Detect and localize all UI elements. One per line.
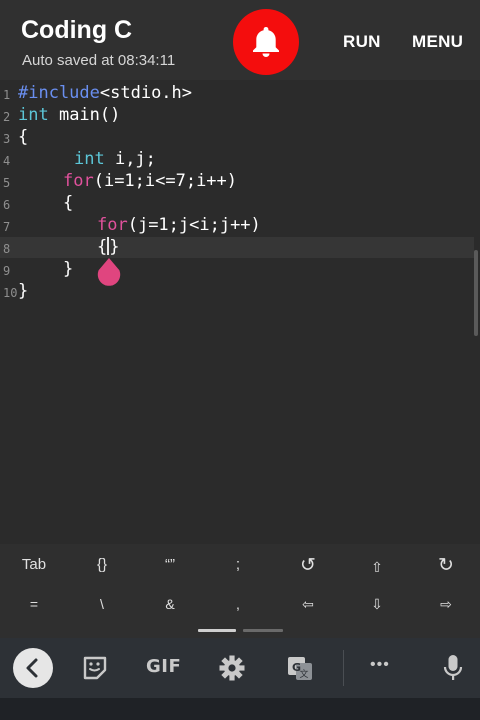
line-number: 6	[3, 198, 11, 212]
autosave-status: Auto saved at 08:34:11	[22, 52, 176, 69]
undo-key-icon[interactable]: ↺	[274, 554, 342, 577]
key-semicolon[interactable]: ;	[204, 556, 272, 573]
key-tab[interactable]: Tab	[0, 556, 68, 573]
code-token: for	[63, 171, 94, 191]
code-token: {	[97, 237, 108, 257]
collapse-toolbar-button[interactable]	[13, 648, 53, 688]
code-line-current: 8 {}	[0, 236, 474, 258]
code-token: int	[18, 105, 49, 125]
menu-button[interactable]: MENU	[412, 32, 463, 52]
redo-key-icon[interactable]: ↻	[412, 554, 480, 577]
key-equals[interactable]: =	[0, 596, 68, 612]
code-token: }	[109, 237, 120, 257]
code-line: 1 #include<stdio.h>	[0, 82, 474, 104]
key-braces[interactable]: {}	[68, 556, 136, 573]
key-comma[interactable]: ,	[204, 596, 272, 612]
code-line: 7 for(j=1;j<i;j++)	[0, 214, 474, 236]
code-token: }	[18, 281, 29, 301]
code-token: main()	[48, 105, 121, 125]
line-number: 7	[3, 220, 11, 234]
keyboard-toolbar: GIF G 文 •••	[0, 638, 480, 698]
code-token: {	[18, 127, 29, 147]
toolbar-divider	[343, 650, 344, 686]
editor-scrollbar[interactable]	[474, 250, 478, 336]
line-number: 9	[3, 264, 11, 278]
keybar-page-indicator	[243, 629, 283, 632]
sticker-icon[interactable]	[82, 650, 108, 686]
code-line: 6 {	[0, 192, 474, 214]
line-number: 3	[3, 132, 11, 146]
gif-button[interactable]: GIF	[146, 656, 181, 692]
code-token: #include	[18, 83, 100, 103]
code-line: 10 }	[0, 280, 474, 302]
line-number: 8	[3, 242, 11, 256]
key-ampersand[interactable]: &	[136, 596, 204, 612]
microphone-icon[interactable]	[441, 650, 465, 686]
more-options-icon[interactable]: •••	[370, 656, 390, 692]
code-line: 4 int i,j;	[0, 148, 474, 170]
cursor-drag-handle[interactable]	[95, 258, 123, 286]
chevron-left-icon	[26, 658, 38, 678]
code-token: for	[97, 215, 128, 235]
code-line: 9 }	[0, 258, 474, 280]
code-line: 5 for(i=1;i<=7;i++)	[0, 170, 474, 192]
code-token: (i=1;i<=7;i++)	[93, 171, 238, 191]
shift-key-icon[interactable]: ⇧	[343, 559, 411, 576]
code-token: (j=1;j<i;j++)	[127, 215, 261, 235]
arrow-left-key-icon[interactable]: ⇦	[274, 596, 342, 613]
line-number: 4	[3, 154, 11, 168]
key-backslash[interactable]: \	[68, 596, 136, 612]
code-token: }	[63, 259, 74, 279]
code-line: 2 int main()	[0, 104, 474, 126]
line-number: 10	[3, 286, 18, 300]
arrow-down-key-icon[interactable]: ⇩	[343, 596, 411, 613]
app-bar: Coding C Auto saved at 08:34:11 RUN MENU	[0, 0, 480, 80]
code-token: i,j;	[104, 149, 156, 169]
translate-icon[interactable]: G 文	[286, 650, 314, 686]
system-nav-area	[0, 698, 480, 720]
line-number: 5	[3, 176, 11, 190]
extra-keys-bar: Tab {} “” ; ↺ ⇧ ↻ = \ & , ⇦ ⇩ ⇨	[0, 544, 480, 638]
key-quotes[interactable]: “”	[136, 556, 204, 573]
code-token: int	[74, 149, 105, 169]
code-editor[interactable]: 1 #include<stdio.h> 2 int main() 3 { 4 i…	[0, 80, 480, 544]
line-number: 2	[3, 110, 11, 124]
line-number: 1	[3, 88, 11, 102]
notification-button[interactable]	[233, 9, 299, 75]
keybar-page-indicator-active	[198, 629, 236, 632]
code-line: 3 {	[0, 126, 474, 148]
code-token: <stdio.h>	[99, 83, 193, 103]
code-token: {	[63, 193, 74, 213]
run-button[interactable]: RUN	[343, 32, 381, 52]
page-title: Coding C	[21, 16, 133, 44]
arrow-right-key-icon[interactable]: ⇨	[412, 596, 480, 613]
gear-icon[interactable]	[218, 650, 246, 686]
bell-icon	[253, 27, 279, 57]
svg-text:文: 文	[299, 668, 308, 680]
